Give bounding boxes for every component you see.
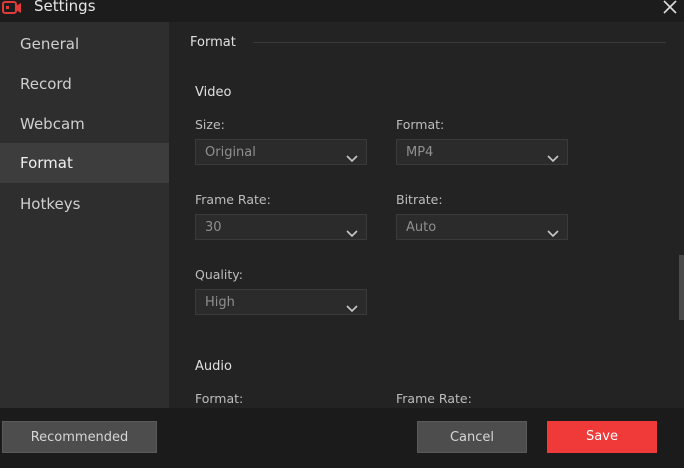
cancel-button[interactable]: Cancel — [417, 421, 527, 453]
frame-rate-label: Frame Rate: — [195, 192, 271, 207]
sidebar-item-label: General — [20, 35, 80, 53]
sidebar-item-record[interactable]: Record — [0, 64, 169, 104]
sidebar-item-label: Webcam — [20, 115, 85, 133]
chevron-down-icon — [346, 148, 358, 163]
footer-bar: Recommended Cancel Save — [0, 408, 684, 468]
sidebar-item-general[interactable]: General — [0, 24, 169, 64]
audio-group-title: Audio — [195, 359, 232, 374]
window-title: Settings — [34, 0, 96, 15]
scrollbar-thumb[interactable] — [679, 255, 684, 320]
bitrate-select[interactable]: Auto — [396, 214, 568, 240]
sidebar: General Record Webcam Format Hotkeys — [0, 22, 169, 408]
video-camera-icon — [2, 0, 22, 14]
sidebar-item-label: Record — [20, 75, 72, 93]
size-label: Size: — [195, 117, 225, 132]
size-select[interactable]: Original — [195, 139, 367, 165]
sidebar-item-label: Format — [20, 154, 73, 172]
video-format-value: MP4 — [406, 145, 434, 160]
frame-rate-value: 30 — [205, 220, 222, 235]
bitrate-value: Auto — [406, 220, 437, 235]
sidebar-item-hotkeys[interactable]: Hotkeys — [0, 184, 169, 224]
section-title: Format — [190, 35, 236, 50]
chevron-down-icon — [547, 148, 559, 163]
quality-value: High — [205, 295, 235, 310]
recommended-button[interactable]: Recommended — [2, 421, 157, 453]
bitrate-label: Bitrate: — [396, 192, 443, 207]
title-bar: Settings — [0, 0, 684, 22]
sidebar-item-webcam[interactable]: Webcam — [0, 104, 169, 144]
save-button[interactable]: Save — [547, 421, 657, 453]
settings-panel: Format Video Size: Original Format: MP4 … — [169, 22, 684, 408]
section-divider — [253, 42, 666, 43]
audio-format-label: Format: — [195, 391, 244, 406]
quality-label: Quality: — [195, 267, 243, 282]
video-group-title: Video — [195, 85, 232, 100]
size-value: Original — [205, 145, 256, 160]
frame-rate-select[interactable]: 30 — [195, 214, 367, 240]
scrollbar-track[interactable] — [679, 22, 684, 408]
sidebar-item-label: Hotkeys — [20, 195, 81, 213]
chevron-down-icon — [346, 298, 358, 313]
close-icon[interactable] — [660, 0, 680, 18]
audio-frame-rate-label: Frame Rate: — [396, 391, 472, 406]
chevron-down-icon — [547, 223, 559, 238]
quality-select[interactable]: High — [195, 289, 367, 315]
video-format-label: Format: — [396, 117, 445, 132]
sidebar-item-format[interactable]: Format — [0, 143, 169, 183]
video-format-select[interactable]: MP4 — [396, 139, 568, 165]
chevron-down-icon — [346, 223, 358, 238]
